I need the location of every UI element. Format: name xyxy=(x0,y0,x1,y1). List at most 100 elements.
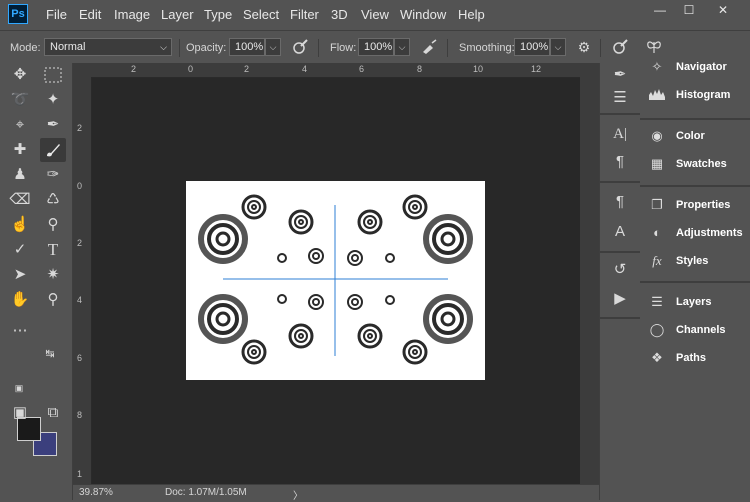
eyedropper-icon[interactable]: ✒ xyxy=(40,113,66,137)
chevron-down-icon: ⌵ xyxy=(160,42,167,52)
zoom-tool-icon[interactable]: ⚲ xyxy=(40,288,66,312)
default-colors-icon[interactable]: ▣ xyxy=(12,381,26,395)
ruler-label: 6 xyxy=(77,353,83,363)
dodge-tool-icon[interactable]: ⚲ xyxy=(40,213,66,237)
panel-channels[interactable]: ◯ Channels xyxy=(640,318,750,342)
screen-mode-icon[interactable]: ⧉ xyxy=(40,401,66,425)
magic-wand-icon[interactable]: ✦ xyxy=(40,88,66,112)
marquee-tool-icon[interactable] xyxy=(40,63,66,87)
panel-paths[interactable]: ❖ Paths xyxy=(640,346,750,370)
mode-select[interactable]: Normal ⌵ xyxy=(44,38,172,56)
swap-colors-icon[interactable]: ↹ xyxy=(41,346,59,362)
panel-histogram[interactable]: Histogram xyxy=(640,83,750,107)
history-brush-icon[interactable]: ✑ xyxy=(40,163,66,187)
menu-help[interactable]: Help xyxy=(458,7,485,22)
ruler-label: 4 xyxy=(77,295,83,305)
panel-color[interactable]: ◉ Color xyxy=(640,124,750,148)
character-panel-icon[interactable]: A| xyxy=(607,123,633,145)
menu-layer[interactable]: Layer xyxy=(161,7,194,22)
menu-file[interactable]: File xyxy=(46,7,67,22)
panel-styles[interactable]: fx Styles xyxy=(640,249,750,273)
character-styles-icon[interactable]: A xyxy=(607,221,633,243)
horizontal-ruler[interactable]: 2 0 2 4 6 8 10 12 xyxy=(91,63,580,78)
brush-settings-icon[interactable]: ✒ xyxy=(607,64,633,86)
color-palette-icon: ◉ xyxy=(651,128,663,143)
zoom-level[interactable]: 39.87% xyxy=(79,487,113,498)
lasso-tool-icon[interactable]: ➰ xyxy=(7,88,33,112)
menu-image[interactable]: Image xyxy=(114,7,150,22)
panel-label: Paths xyxy=(676,352,706,364)
menu-view[interactable]: View xyxy=(361,7,389,22)
navigator-icon: ✧ xyxy=(651,59,663,74)
canvas-document[interactable] xyxy=(186,181,485,380)
close-icon[interactable]: ✕ xyxy=(712,2,734,18)
healing-brush-icon[interactable]: ✚ xyxy=(7,138,33,162)
menu-window[interactable]: Window xyxy=(400,7,446,22)
menu-filter[interactable]: Filter xyxy=(290,7,319,22)
history-panel-icon[interactable]: ↺ xyxy=(607,259,633,281)
opacity-input[interactable]: 100% xyxy=(229,38,265,56)
paint-bucket-icon[interactable]: ♺ xyxy=(40,188,66,212)
gear-icon[interactable]: ⚙ xyxy=(576,39,592,55)
panel-adjustments[interactable]: ◐ Adjustments xyxy=(640,221,750,245)
menu-3d[interactable]: 3D xyxy=(331,7,348,22)
pen-tool-icon[interactable]: ✓ xyxy=(7,238,33,262)
divider xyxy=(600,317,640,319)
paragraph-styles-icon[interactable]: ¶ xyxy=(607,191,633,213)
custom-shape-icon[interactable]: ✷ xyxy=(40,263,66,287)
mode-label: Mode: xyxy=(10,42,41,54)
panel-properties[interactable]: ❐ Properties xyxy=(640,193,750,217)
paragraph-panel-icon[interactable]: ¶ xyxy=(607,151,633,173)
paths-icon: ❖ xyxy=(651,350,663,365)
panel-layers[interactable]: ☰ Layers xyxy=(640,290,750,314)
smoothing-input[interactable]: 100% xyxy=(514,38,550,56)
ruler-label: 2 xyxy=(77,123,83,133)
menu-edit[interactable]: Edit xyxy=(79,7,101,22)
styles-fx-icon: fx xyxy=(652,253,662,268)
divider xyxy=(600,113,640,115)
more-tools-icon[interactable]: ⋯ xyxy=(7,319,33,343)
panel-label: Color xyxy=(676,130,705,142)
vertical-ruler[interactable]: 2 0 2 4 6 8 1 xyxy=(73,77,92,484)
channels-icon: ◯ xyxy=(649,322,665,337)
panel-swatches[interactable]: ▦ Swatches xyxy=(640,152,750,176)
airbrush-icon[interactable] xyxy=(421,39,437,55)
hand-tool-icon[interactable]: ✋ xyxy=(7,288,33,312)
smoothing-label: Smoothing: xyxy=(459,42,515,54)
ruler-label: 0 xyxy=(77,181,83,191)
adjustments-icon: ◐ xyxy=(653,225,661,240)
move-tool-icon[interactable]: ✥ xyxy=(7,63,33,87)
path-selection-icon[interactable]: ➤ xyxy=(7,263,33,287)
ruler-label: 2 xyxy=(131,64,137,74)
pressure-opacity-icon[interactable] xyxy=(292,39,308,55)
ruler-label: 6 xyxy=(359,64,365,74)
opacity-dropdown-button[interactable]: ⌵ xyxy=(265,38,281,56)
type-tool-icon[interactable]: T xyxy=(40,238,66,262)
panel-label: Styles xyxy=(676,255,709,267)
vertical-scrollbar[interactable] xyxy=(580,63,599,484)
smudge-tool-icon[interactable]: ☝ xyxy=(7,213,33,237)
actions-play-icon[interactable]: ▶ xyxy=(607,288,633,310)
divider xyxy=(600,181,640,183)
panel-label: Navigator xyxy=(676,61,727,73)
crop-tool-icon[interactable]: ⌖ xyxy=(7,113,33,137)
symmetry-butterfly-icon[interactable] xyxy=(646,39,662,55)
panel-dock: ✧ Navigator Histogram ◉ Color ▦ Swatches… xyxy=(640,59,750,500)
quick-mask-icon[interactable]: ▣ xyxy=(7,401,33,425)
flow-label: Flow: xyxy=(330,42,357,54)
brush-tool-icon[interactable] xyxy=(40,138,66,162)
menu-type[interactable]: Type xyxy=(204,7,232,22)
panel-navigator[interactable]: ✧ Navigator xyxy=(640,55,750,79)
clone-stamp-icon[interactable]: ♟ xyxy=(7,163,33,187)
flow-input[interactable]: 100% xyxy=(358,38,394,56)
brush-presets-icon[interactable]: ☰ xyxy=(607,87,633,109)
menu-select[interactable]: Select xyxy=(243,7,279,22)
minimize-icon[interactable]: — xyxy=(649,2,671,18)
restore-icon[interactable]: ☐ xyxy=(678,2,700,18)
eraser-icon[interactable]: ⌫ xyxy=(7,188,33,212)
pressure-size-icon[interactable] xyxy=(612,39,628,55)
flow-dropdown-button[interactable]: ⌵ xyxy=(394,38,410,56)
ruler-label: 0 xyxy=(188,64,194,74)
smoothing-dropdown-button[interactable]: ⌵ xyxy=(550,38,566,56)
menu-bar: Ps File Edit Image Layer Type Select Fil… xyxy=(0,0,750,28)
